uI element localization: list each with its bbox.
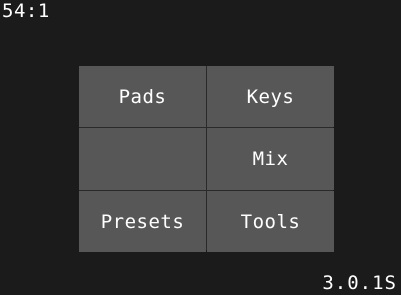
- menu-button-tools[interactable]: Tools: [207, 191, 334, 252]
- version-label: 3.0.1S: [322, 272, 397, 294]
- menu-cell-empty: [79, 128, 206, 190]
- menu-button-presets[interactable]: Presets: [79, 191, 206, 252]
- position-readout: 54:1: [2, 0, 50, 22]
- main-menu-grid: Pads Keys Mix Presets Tools: [79, 66, 334, 252]
- menu-button-keys[interactable]: Keys: [207, 66, 334, 127]
- menu-button-mix[interactable]: Mix: [207, 128, 334, 190]
- menu-button-pads[interactable]: Pads: [79, 66, 206, 127]
